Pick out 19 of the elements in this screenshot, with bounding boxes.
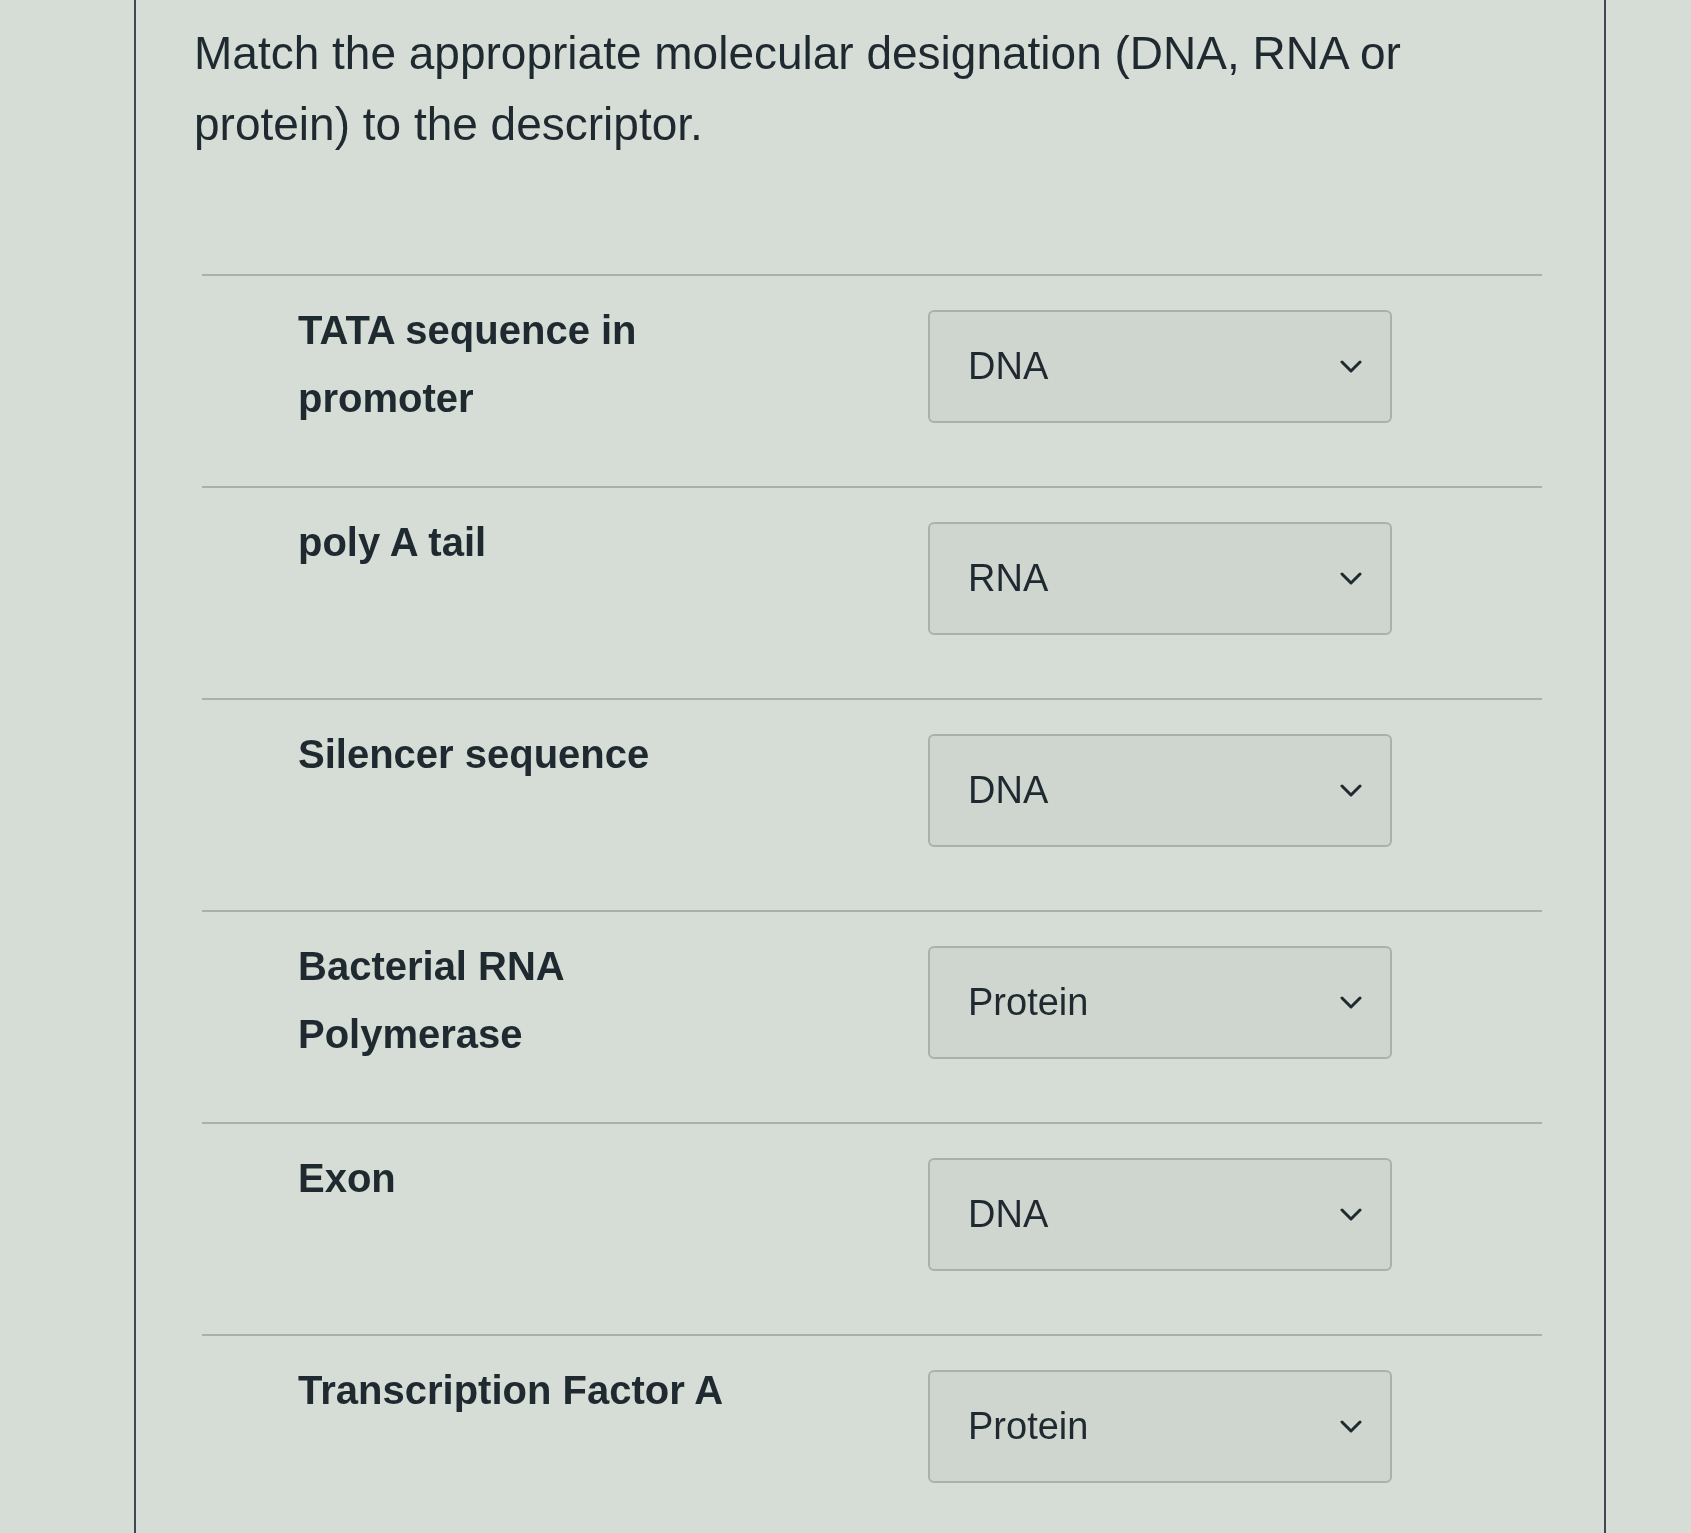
chevron-down-icon bbox=[1340, 1208, 1362, 1221]
answer-dropdown[interactable]: Protein bbox=[928, 1370, 1392, 1483]
answer-dropdown[interactable]: RNA bbox=[928, 522, 1392, 635]
answer-dropdown[interactable]: DNA bbox=[928, 734, 1392, 847]
descriptor-label: Transcription Factor A bbox=[298, 1367, 725, 1414]
chevron-down-icon bbox=[1340, 360, 1362, 373]
descriptor-label: poly A tail bbox=[298, 519, 488, 566]
chevron-down-icon bbox=[1340, 996, 1362, 1009]
descriptor-label: Exon bbox=[298, 1155, 397, 1202]
answer-dropdown[interactable]: DNA bbox=[928, 310, 1392, 423]
answer-dropdown[interactable]: Protein bbox=[928, 946, 1392, 1059]
descriptor-label: Silencer sequence bbox=[298, 731, 651, 778]
answer-dropdown[interactable]: DNA bbox=[928, 1158, 1392, 1271]
question-text: Match the appropriate molecular designation (DNA, RNA or protein) to the descriptor. bbox=[194, 26, 1402, 152]
chevron-down-icon bbox=[1340, 572, 1362, 585]
descriptor-label: TATA sequence in promoter bbox=[298, 307, 638, 422]
chevron-down-icon bbox=[1340, 784, 1362, 797]
chevron-down-icon bbox=[1340, 1420, 1362, 1433]
descriptor-label: Bacterial RNA Polymerase bbox=[298, 943, 565, 1058]
